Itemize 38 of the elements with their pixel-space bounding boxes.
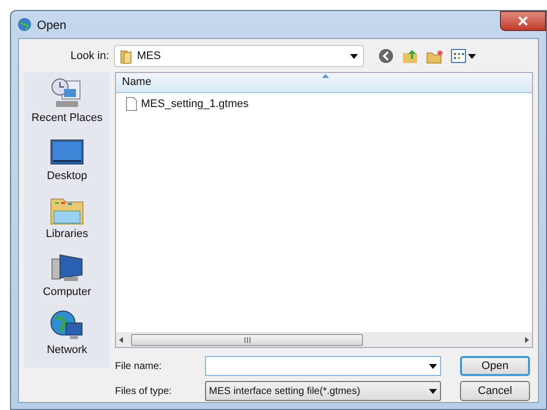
scrollbar-thumb[interactable] — [131, 334, 363, 346]
folder-icon — [120, 48, 132, 64]
horizontal-scrollbar[interactable] — [116, 332, 532, 347]
file-name-label: File name: — [115, 360, 163, 374]
file-name-field[interactable] — [205, 356, 441, 376]
new-folder-icon[interactable] — [426, 48, 443, 64]
place-item[interactable]: Desktop — [27, 132, 107, 184]
window-title: Open — [37, 16, 66, 34]
close-button[interactable] — [500, 11, 546, 31]
file-type-label: Files of type: — [115, 384, 173, 398]
look-in-label: Look in: — [69, 48, 110, 64]
left-arrow-icon — [119, 336, 123, 342]
computer-icon — [50, 252, 84, 282]
column-header[interactable]: Name — [116, 74, 152, 90]
grip-icon — [244, 336, 250, 342]
caret-icon — [429, 388, 437, 394]
document-icon — [126, 97, 137, 111]
close-icon — [518, 16, 528, 26]
look-in-dropdown[interactable]: MES — [114, 45, 364, 67]
dialog-button[interactable]: Cancel — [460, 381, 530, 401]
monitor-icon — [50, 138, 84, 166]
file-type-dropdown[interactable]: MES interface setting file(*.gtmes) — [205, 381, 441, 401]
place-item[interactable]: Computer — [27, 248, 107, 300]
caret-icon — [429, 364, 437, 368]
globe-monitor-icon — [50, 308, 84, 340]
view-menu-icon[interactable] — [451, 49, 466, 63]
globe-icon — [17, 17, 32, 32]
right-arrow-icon — [525, 336, 529, 342]
up-folder-icon[interactable] — [402, 48, 418, 64]
sort-arrow-icon — [322, 74, 329, 78]
look-in-value: MES — [137, 48, 161, 64]
place-item[interactable]: Recent Places — [27, 74, 107, 126]
dialog-button[interactable]: Open — [460, 356, 530, 376]
caret-icon — [350, 54, 358, 58]
place-item[interactable]: Network — [27, 306, 107, 358]
file-item[interactable]: MES_setting_1.gtmes — [116, 95, 253, 113]
caret-icon — [468, 54, 476, 58]
place-item[interactable]: Libraries — [27, 190, 107, 242]
